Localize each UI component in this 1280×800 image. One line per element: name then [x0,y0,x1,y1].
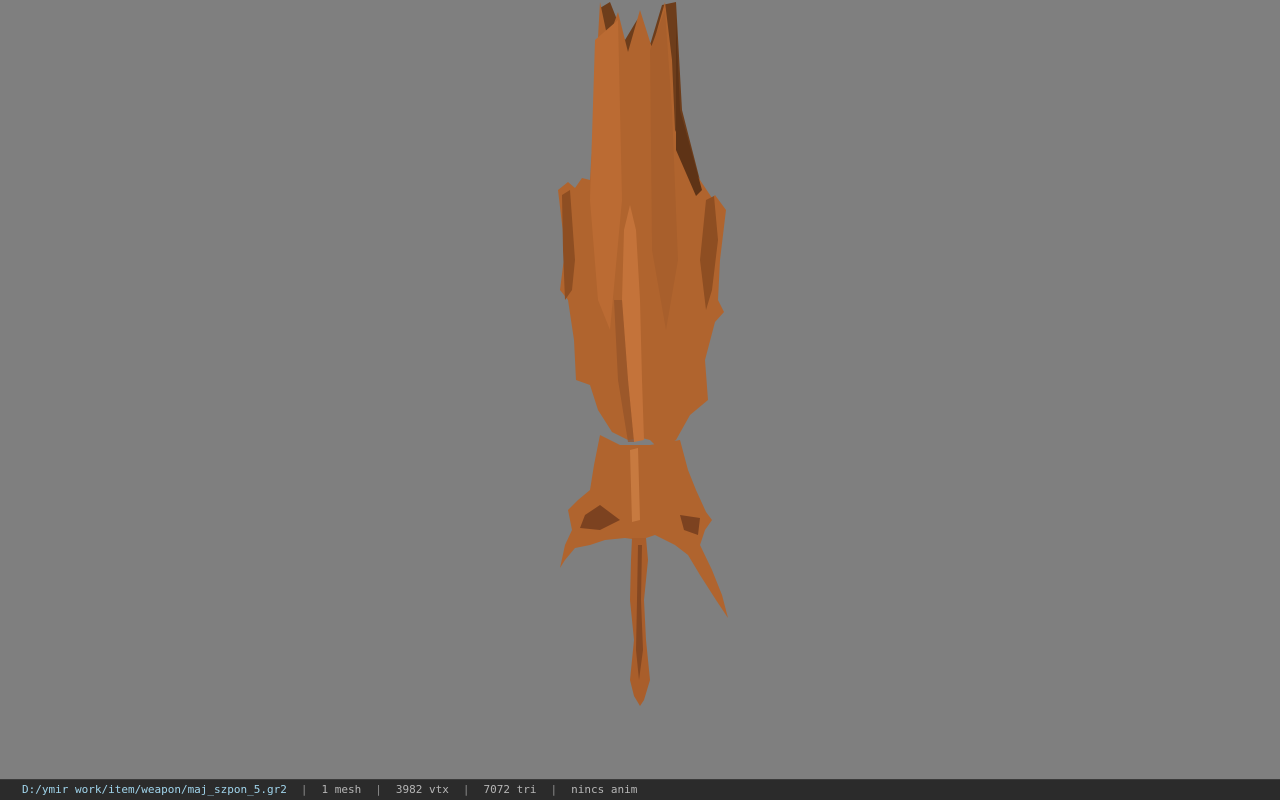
status-separator: | [462,783,470,796]
status-bar: D:/ymir work/item/weapon/maj_szpon_5.gr2… [0,779,1280,800]
weapon-model [558,2,728,706]
anim-status: nincs anim [571,783,638,796]
status-separator: | [550,783,558,796]
mesh-count: 1 mesh [321,783,362,796]
file-path: D:/ymir work/item/weapon/maj_szpon_5.gr2 [22,783,287,796]
status-separator: | [375,783,382,796]
status-separator: | [300,783,308,796]
vertex-count: 3982 vtx [395,783,449,796]
triangle-count: 7072 tri [483,783,537,796]
3d-viewport[interactable] [0,0,1280,779]
